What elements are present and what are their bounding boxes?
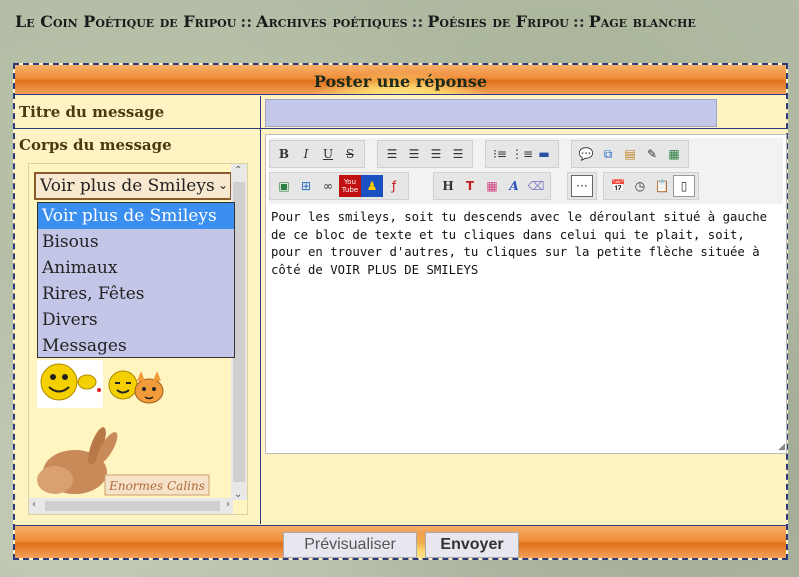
dropdown-option-bisous[interactable]: Bisous <box>38 229 234 255</box>
dropdown-option-more-smileys[interactable]: Voir plus de Smileys <box>38 203 234 229</box>
dropdown-option-rires-fetes[interactable]: Rires, Fêtes <box>38 281 234 307</box>
breadcrumb-poesies-link[interactable]: Poésies de Fripou <box>427 12 569 31</box>
time-icon[interactable]: ◷ <box>629 175 651 197</box>
breadcrumb-separator: :: <box>572 12 585 31</box>
align-left-icon[interactable]: ☰ <box>381 143 403 165</box>
hugging-cat-smiley-icon[interactable] <box>107 369 173 411</box>
send-button[interactable]: Envoyer <box>425 532 519 558</box>
title-label: Titre du message <box>19 103 165 121</box>
column-divider <box>260 96 261 524</box>
bullet-list-icon[interactable]: ⁝≡ <box>489 143 511 165</box>
toolbar-group-text-style: B I U S <box>269 140 365 168</box>
youtube-icon[interactable]: You Tube <box>339 175 361 197</box>
bold-icon[interactable]: B <box>273 143 295 165</box>
image-upload-icon[interactable]: ⊞ <box>295 175 317 197</box>
smiley-category-dropdown[interactable]: Voir plus de Smileys Bisous Animaux Rire… <box>37 202 235 358</box>
breadcrumb-home-link[interactable]: Le Coin Poétique de Fripou <box>15 12 236 31</box>
smiley-panel[interactable]: Voir plus de Smileys ⌄ Voir plus de Smil… <box>28 163 248 515</box>
quote-icon[interactable]: 💬 <box>575 143 597 165</box>
toolbar-group-misc: 📅 ◷ 📋 ▯ <box>603 172 699 200</box>
source-icon[interactable]: ▯ <box>673 175 695 197</box>
image-icon[interactable]: ▣ <box>273 175 295 197</box>
text-color-icon[interactable]: T <box>459 175 481 197</box>
align-right-icon[interactable]: ☰ <box>425 143 447 165</box>
font-icon[interactable]: A <box>503 175 525 197</box>
italic-icon[interactable]: I <box>295 143 317 165</box>
paste-icon[interactable]: 📋 <box>651 175 673 197</box>
form-header-title: Poster une réponse <box>313 72 488 91</box>
body-label: Corps du message <box>19 136 172 154</box>
toolbar-group-align: ☰ ☰ ☰ ☰ <box>377 140 473 168</box>
scrollbar-thumb[interactable] <box>45 501 220 511</box>
strikethrough-icon[interactable]: S <box>339 143 361 165</box>
message-editor[interactable]: B I U S ☰ ☰ ☰ ☰ ⁝≡ ⋮≡ ▬ 💬 ⧉ ▤ ✎ ▦ ▣ ⊞ ∞ … <box>265 134 787 454</box>
horizontal-rule-icon[interactable]: ▬ <box>533 143 555 165</box>
editor-toolbar: B I U S ☰ ☰ ☰ ☰ ⁝≡ ⋮≡ ▬ 💬 ⧉ ▤ ✎ ▦ ▣ ⊞ ∞ … <box>269 138 783 204</box>
numbered-list-icon[interactable]: ⋮≡ <box>511 143 533 165</box>
toolbar-group-media: ▣ ⊞ ∞ You Tube ♟ ƒ <box>269 172 409 200</box>
smiley-category-select[interactable]: Voir plus de Smileys ⌄ <box>34 172 232 200</box>
message-body-text[interactable]: Pour les smileys, soit tu descends avec … <box>271 209 778 279</box>
dropdown-option-divers[interactable]: Divers <box>38 307 234 333</box>
chevron-right-icon[interactable]: › <box>226 499 230 510</box>
date-icon[interactable]: 📅 <box>607 175 629 197</box>
chevron-down-icon[interactable]: ⌄ <box>234 489 242 500</box>
breadcrumb-archives-link[interactable]: Archives poétiques <box>256 12 407 31</box>
code-icon[interactable]: ⧉ <box>597 143 619 165</box>
underline-icon[interactable]: U <box>317 143 339 165</box>
rabbits-hug-caption: Enormes Calins <box>108 479 205 493</box>
chevron-down-icon[interactable]: ⌄ <box>218 178 228 192</box>
title-input[interactable] <box>265 99 717 127</box>
chevron-up-icon[interactable]: ⌃ <box>234 165 242 176</box>
rabbits-hug-image[interactable]: Enormes Calins <box>35 422 211 500</box>
link-icon[interactable]: ∞ <box>317 175 339 197</box>
dropdown-option-messages[interactable]: Messages <box>38 333 234 359</box>
spoiler-icon[interactable]: ▤ <box>619 143 641 165</box>
breadcrumb: Le Coin Poétique de Fripou:: Archives poé… <box>15 10 785 33</box>
preview-button[interactable]: Prévisualiser <box>283 532 417 558</box>
heading-icon[interactable]: H <box>437 175 459 197</box>
toolbar-group-lists: ⁝≡ ⋮≡ ▬ <box>485 140 559 168</box>
form-footer-banner: Prévisualiser Envoyer <box>15 525 786 558</box>
dropdown-option-animaux[interactable]: Animaux <box>38 255 234 281</box>
clear-format-icon[interactable]: ⌫ <box>525 175 547 197</box>
title-row: Titre du message <box>15 96 786 129</box>
breadcrumb-separator: :: <box>411 12 424 31</box>
breadcrumb-separator: :: <box>240 12 253 31</box>
align-justify-icon[interactable]: ☰ <box>447 143 469 165</box>
toolbar-group-format: H T ▦ A ⌫ <box>433 172 551 200</box>
resize-handle-icon[interactable]: ◢ <box>778 442 785 452</box>
edit-icon[interactable]: ✎ <box>641 143 663 165</box>
flash-icon[interactable]: ƒ <box>383 175 405 197</box>
color-grid-icon[interactable]: ▦ <box>481 175 503 197</box>
smiley-horizontal-scrollbar[interactable]: ‹ › <box>29 498 233 514</box>
more-icon[interactable]: ··· <box>571 175 593 197</box>
breadcrumb-current-page[interactable]: Page blanche <box>589 12 696 31</box>
chevron-left-icon[interactable]: ‹ <box>32 499 36 510</box>
toolbar-group-more: ··· <box>567 172 597 200</box>
form-header-banner: Poster une réponse <box>15 65 786 95</box>
post-reply-form: Poster une réponse Titre du message Corp… <box>13 63 788 560</box>
align-center-icon[interactable]: ☰ <box>403 143 425 165</box>
dailymotion-icon[interactable]: ♟ <box>361 175 383 197</box>
toolbar-group-blocks: 💬 ⧉ ▤ ✎ ▦ <box>571 140 689 168</box>
table-icon[interactable]: ▦ <box>663 143 685 165</box>
waving-smiley-icon[interactable] <box>37 360 103 408</box>
smiley-select-value: Voir plus de Smileys <box>40 176 215 196</box>
